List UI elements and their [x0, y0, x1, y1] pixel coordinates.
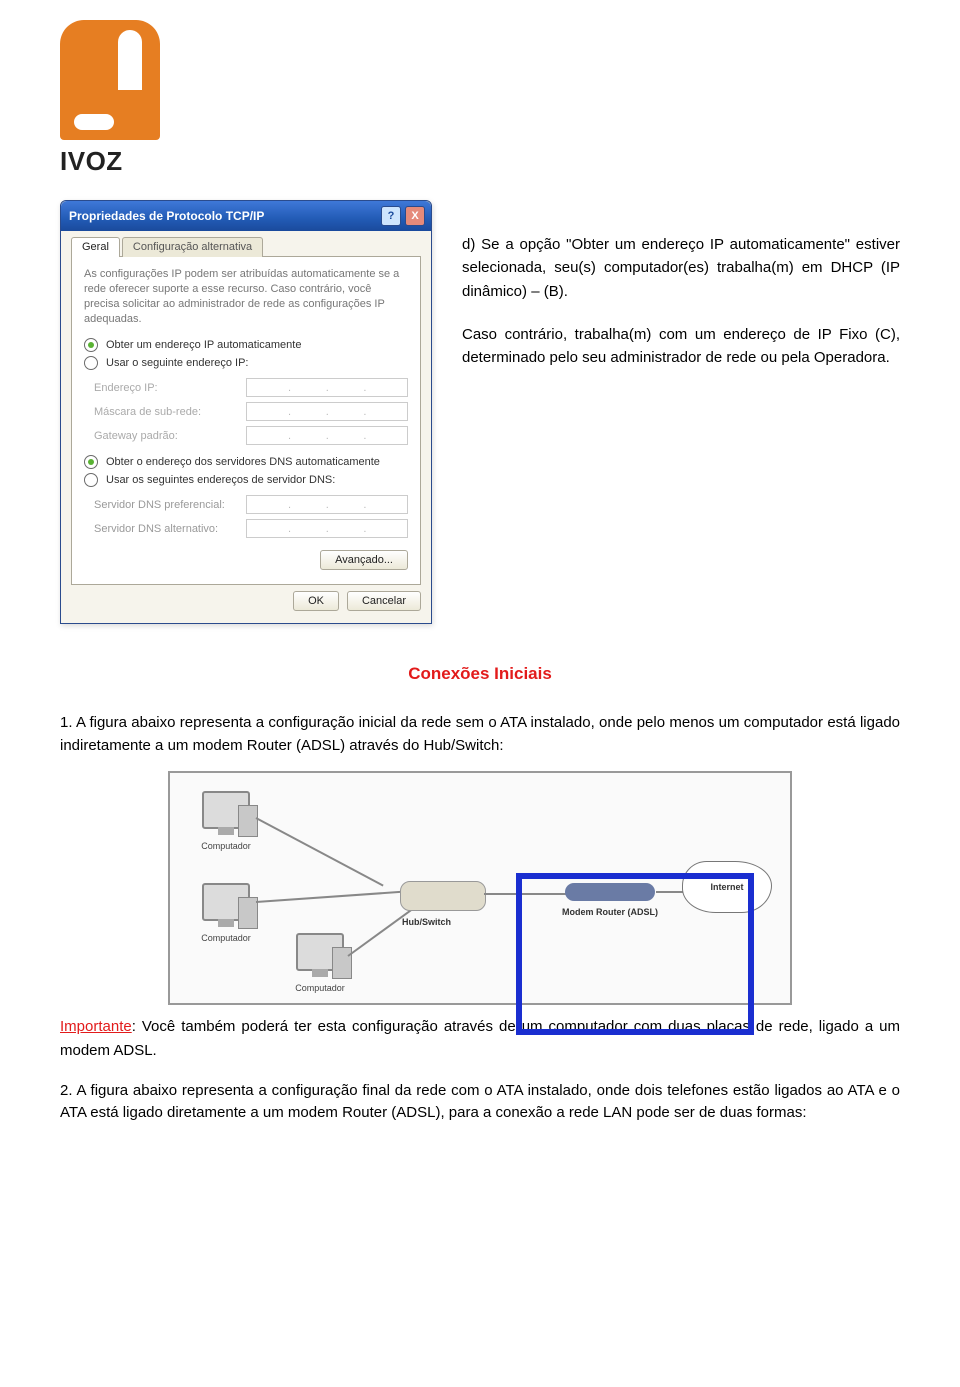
ip-address-input[interactable]: ...: [246, 378, 408, 397]
default-gateway-label: Gateway padrão:: [94, 430, 246, 442]
tab-geral[interactable]: Geral: [71, 237, 120, 257]
internet-label: Internet: [710, 882, 743, 892]
computer-label: Computador: [198, 933, 254, 943]
radio-use-following-ip-label: Usar o seguinte endereço IP:: [106, 357, 248, 369]
radio-unselected-icon: [84, 356, 98, 370]
dns-preferred-label: Servidor DNS preferencial:: [94, 499, 246, 511]
modem-router-label: Modem Router (ADSL): [562, 907, 658, 917]
computer-icon: Computador: [198, 791, 254, 851]
internet-cloud-icon: Internet: [682, 861, 772, 913]
ip-address-label: Endereço IP:: [94, 382, 246, 394]
dns-alternate-input[interactable]: ...: [246, 519, 408, 538]
subnet-mask-label: Máscara de sub-rede:: [94, 406, 246, 418]
numbered-paragraph-2: 2. A figura abaixo representa a configur…: [60, 1080, 900, 1125]
importante-paragraph: Importante: Você também poderá ter esta …: [60, 1015, 900, 1062]
numbered-paragraph-1: 1. A figura abaixo representa a configur…: [60, 712, 900, 757]
radio-obtain-ip-auto[interactable]: Obter um endereço IP automaticamente: [84, 338, 408, 352]
dialog-description: As configurações IP podem ser atribuídas…: [84, 267, 408, 326]
subnet-mask-input[interactable]: ...: [246, 402, 408, 421]
dialog-titlebar: Propriedades de Protocolo TCP/IP ? X: [61, 201, 431, 231]
network-diagram: Computador Computador Computador Hub/Swi…: [168, 771, 792, 1005]
hub-switch-icon: [400, 881, 486, 911]
dns-alternate-label: Servidor DNS alternativo:: [94, 523, 246, 535]
computer-icon: Computador: [198, 883, 254, 943]
section-heading-conexoes-iniciais: Conexões Iniciais: [60, 664, 900, 684]
computer-icon: Computador: [292, 933, 348, 993]
radio-obtain-ip-auto-label: Obter um endereço IP automaticamente: [106, 339, 301, 351]
logo-text: IVOZ: [60, 146, 210, 177]
radio-selected-icon: [84, 338, 98, 352]
close-icon[interactable]: X: [405, 206, 425, 226]
tab-config-alternativa[interactable]: Configuração alternativa: [122, 237, 263, 257]
default-gateway-input[interactable]: ...: [246, 426, 408, 445]
paragraph-caso-contrario: Caso contrário, trabalha(m) com um ender…: [462, 323, 900, 370]
advanced-button[interactable]: Avançado...: [320, 550, 408, 570]
radio-use-following-dns[interactable]: Usar os seguintes endereços de servidor …: [84, 473, 408, 487]
tcpip-properties-dialog: Propriedades de Protocolo TCP/IP ? X Ger…: [60, 200, 432, 624]
radio-use-following-dns-label: Usar os seguintes endereços de servidor …: [106, 474, 335, 486]
paragraph-d: d) Se a opção "Obter um endereço IP auto…: [462, 233, 900, 303]
modem-router-icon: [565, 883, 655, 901]
radio-obtain-dns-auto-label: Obter o endereço dos servidores DNS auto…: [106, 456, 380, 468]
hub-switch-label: Hub/Switch: [402, 917, 451, 927]
radio-use-following-ip[interactable]: Usar o seguinte endereço IP:: [84, 356, 408, 370]
ok-button[interactable]: OK: [293, 591, 339, 611]
radio-selected-icon: [84, 455, 98, 469]
computer-label: Computador: [292, 983, 348, 993]
cancel-button[interactable]: Cancelar: [347, 591, 421, 611]
importante-label: Importante: [60, 1018, 132, 1035]
ivoz-logo: IVOZ: [60, 20, 210, 180]
help-icon[interactable]: ?: [381, 206, 401, 226]
logo-mark-icon: [60, 20, 160, 140]
dns-preferred-input[interactable]: ...: [246, 495, 408, 514]
computer-label: Computador: [198, 841, 254, 851]
dialog-title: Propriedades de Protocolo TCP/IP: [69, 209, 381, 223]
importante-text: : Você também poderá ter esta configuraç…: [60, 1018, 900, 1058]
radio-obtain-dns-auto[interactable]: Obter o endereço dos servidores DNS auto…: [84, 455, 408, 469]
radio-unselected-icon: [84, 473, 98, 487]
